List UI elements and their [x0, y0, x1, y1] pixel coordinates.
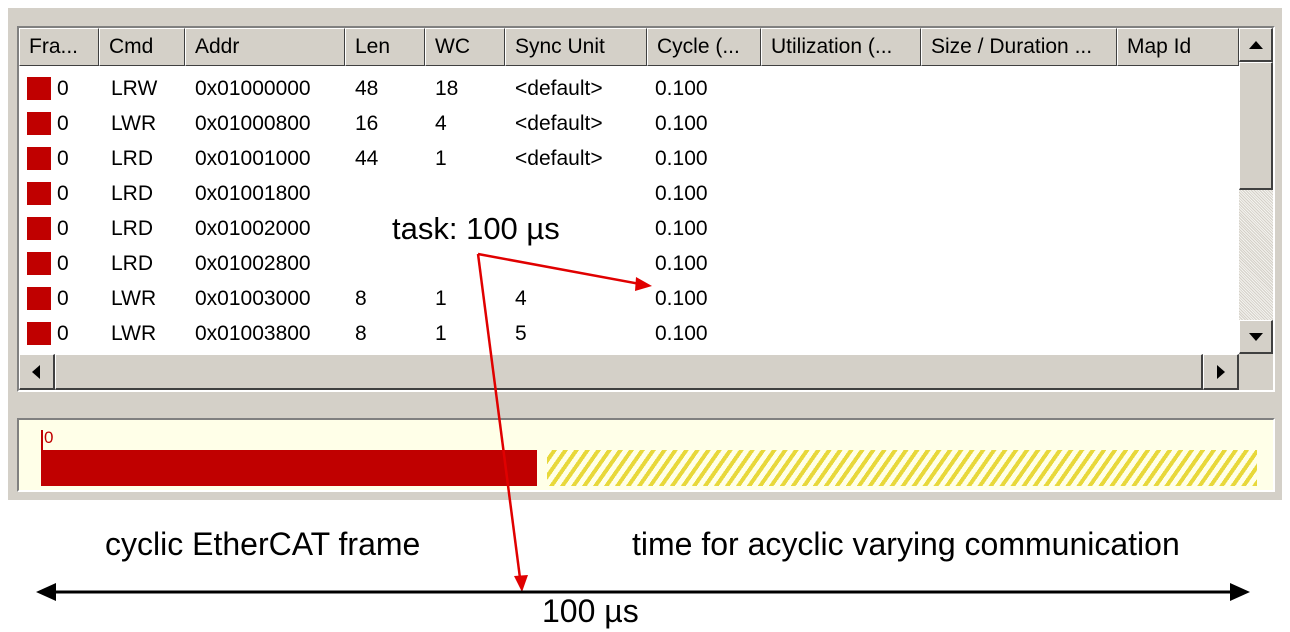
- frame-cell: 0: [57, 112, 69, 135]
- frame-start-marker: [41, 430, 43, 450]
- arrow-left-icon: [32, 365, 40, 379]
- frame-cell: 0: [57, 147, 69, 170]
- scroll-right-button[interactable]: [1203, 354, 1239, 390]
- frame-command-list[interactable]: Fra... Cmd Addr Len WC Sync Unit Cycle (…: [17, 26, 1275, 392]
- cycle-cell: 0.100: [655, 217, 708, 240]
- wc-cell: 18: [435, 77, 459, 100]
- column-header-size-duration[interactable]: Size / Duration ...: [921, 28, 1117, 66]
- wc-cell: 1: [435, 287, 447, 310]
- frame-color-swatch: [27, 112, 51, 135]
- frame-cell: 0: [57, 322, 69, 345]
- len-cell: 16: [355, 112, 379, 135]
- frame-color-swatch: [27, 77, 51, 100]
- frame-index-label: 0: [44, 428, 54, 447]
- table-row[interactable]: 0 LWR 0x01003800 8 1 5 0.100: [19, 316, 1239, 351]
- scroll-down-button[interactable]: [1239, 320, 1273, 354]
- table-row[interactable]: 0 LRW 0x01000000 48 18 <default> 0.100: [19, 71, 1239, 106]
- frame-timeline: 0: [17, 418, 1275, 492]
- table-row[interactable]: 0 LRD 0x01001800 0.100: [19, 176, 1239, 211]
- cycle-cell: 0.100: [655, 77, 708, 100]
- frame-cell: 0: [57, 287, 69, 310]
- cycle-cell: 0.100: [655, 112, 708, 135]
- column-header-len[interactable]: Len: [345, 28, 425, 66]
- frame-cell: 0: [57, 217, 69, 240]
- addr-cell: 0x01003800: [195, 322, 311, 345]
- addr-cell: 0x01002800: [195, 252, 311, 275]
- vertical-scroll-thumb[interactable]: [1239, 62, 1273, 190]
- cmd-cell: LWR: [111, 112, 157, 135]
- arrow-up-icon: [1249, 41, 1263, 49]
- column-header-cmd[interactable]: Cmd: [99, 28, 185, 66]
- addr-cell: 0x01002000: [195, 217, 311, 240]
- cycle-cell: 0.100: [655, 182, 708, 205]
- sync-unit-cell: <default>: [515, 77, 603, 100]
- vertical-scrollbar[interactable]: [1239, 28, 1273, 354]
- addr-cell: 0x01001800: [195, 182, 311, 205]
- sync-unit-cell: <default>: [515, 147, 603, 170]
- frame-color-swatch: [27, 147, 51, 170]
- frame-cell: 0: [57, 77, 69, 100]
- len-cell: 8: [355, 322, 367, 345]
- duration-double-arrow: [36, 583, 1250, 601]
- arrow-down-icon: [1249, 333, 1263, 341]
- scrollbar-corner: [1239, 354, 1273, 390]
- column-header-frame[interactable]: Fra...: [19, 28, 99, 66]
- acyclic-time-label: time for acyclic varying communication: [632, 526, 1180, 562]
- sync-unit-cell: <default>: [515, 112, 603, 135]
- table-row[interactable]: 0 LWR 0x01003000 8 1 4 0.100: [19, 281, 1239, 316]
- cmd-cell: LRD: [111, 147, 154, 170]
- cmd-cell: LRD: [111, 217, 154, 240]
- cyclic-frame-bar: [41, 450, 537, 486]
- task-cycle-label: task: 100 µs: [392, 211, 560, 246]
- cycle-cell: 0.100: [655, 252, 708, 275]
- cmd-cell: LWR: [111, 287, 157, 310]
- cycle-duration-label: 100 µs: [542, 593, 639, 629]
- frame-color-swatch: [27, 182, 51, 205]
- cmd-cell: LRD: [111, 252, 154, 275]
- cyclic-frame-label: cyclic EtherCAT frame: [105, 526, 421, 562]
- table-row[interactable]: 0 LRD 0x01002000 0.100: [19, 211, 1239, 246]
- scroll-left-button[interactable]: [19, 354, 55, 390]
- column-header-utilization[interactable]: Utilization (...: [761, 28, 921, 66]
- addr-cell: 0x01000800: [195, 112, 311, 135]
- cycle-cell: 0.100: [655, 287, 708, 310]
- sync-unit-cell: 5: [515, 322, 527, 345]
- acyclic-time-area: [547, 450, 1257, 486]
- column-header-map-id[interactable]: Map Id: [1117, 28, 1239, 66]
- frame-cell: 0: [57, 182, 69, 205]
- cmd-cell: LRW: [111, 77, 158, 100]
- column-header-cycle[interactable]: Cycle (...: [647, 28, 761, 66]
- wc-cell: 4: [435, 112, 447, 135]
- table-row[interactable]: 0 LRD 0x01001000 44 1 <default> 0.100: [19, 141, 1239, 176]
- horizontal-scrollbar[interactable]: [19, 354, 1239, 390]
- frame-color-swatch: [27, 287, 51, 310]
- addr-cell: 0x01000000: [195, 77, 311, 100]
- list-header: Fra... Cmd Addr Len WC Sync Unit Cycle (…: [19, 28, 1239, 66]
- table-row[interactable]: 0 LRD 0x01002800 0.100: [19, 246, 1239, 281]
- cmd-cell: LWR: [111, 322, 157, 345]
- column-header-sync-unit[interactable]: Sync Unit: [505, 28, 647, 66]
- addr-cell: 0x01001000: [195, 147, 311, 170]
- frame-cell: 0: [57, 252, 69, 275]
- addr-cell: 0x01003000: [195, 287, 311, 310]
- scroll-up-button[interactable]: [1239, 28, 1273, 62]
- cmd-cell: LRD: [111, 182, 154, 205]
- cycle-cell: 0.100: [655, 147, 708, 170]
- wc-cell: 1: [435, 322, 447, 345]
- table-row[interactable]: 0 LWR 0x01000800 16 4 <default> 0.100: [19, 106, 1239, 141]
- len-cell: 48: [355, 77, 379, 100]
- frame-color-swatch: [27, 217, 51, 240]
- frame-color-swatch: [27, 252, 51, 275]
- horizontal-scroll-thumb[interactable]: [55, 354, 1203, 390]
- arrow-right-icon: [1217, 365, 1225, 379]
- wc-cell: 1: [435, 147, 447, 170]
- len-cell: 8: [355, 287, 367, 310]
- cycle-cell: 0.100: [655, 322, 708, 345]
- column-header-wc[interactable]: WC: [425, 28, 505, 66]
- len-cell: 44: [355, 147, 379, 170]
- column-header-addr[interactable]: Addr: [185, 28, 345, 66]
- sync-unit-cell: 4: [515, 287, 527, 310]
- frame-color-swatch: [27, 322, 51, 345]
